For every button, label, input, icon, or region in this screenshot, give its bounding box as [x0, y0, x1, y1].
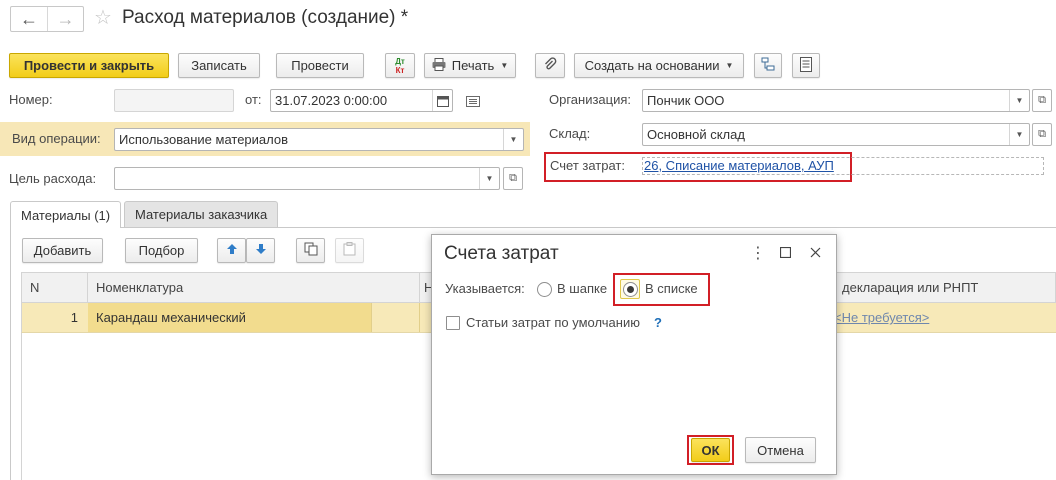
chevron-down-icon: ▼ [725, 61, 734, 70]
more-options-icon[interactable]: ⋮ [750, 243, 766, 263]
close-icon[interactable] [810, 245, 821, 262]
organization-label: Организация: [549, 92, 632, 107]
open-window-icon: ⧉ [1038, 94, 1046, 106]
row-cell-empty[interactable] [372, 303, 420, 332]
open-purpose-button[interactable]: ⧉ [503, 167, 523, 190]
specified-label: Указывается: [445, 281, 525, 296]
default-cost-items-checkbox[interactable] [446, 316, 460, 330]
warehouse-value: Основной склад [647, 127, 745, 142]
chevron-down-icon: ▼ [500, 61, 509, 70]
arrow-left-icon: ← [19, 8, 38, 29]
column-n[interactable]: N [22, 273, 88, 302]
paste-button[interactable] [335, 238, 364, 263]
open-window-icon: ⧉ [1038, 128, 1046, 140]
chevron-down-icon[interactable]: ▼ [479, 168, 499, 189]
move-down-button[interactable] [246, 238, 275, 263]
tab-customer-materials[interactable]: Материалы заказчика [124, 201, 279, 227]
cancel-button[interactable]: Отмена [745, 437, 816, 463]
declaration-link[interactable]: <Не требуется> [834, 310, 929, 325]
organization-field[interactable]: Пончик ООО ▼ [642, 89, 1030, 112]
purpose-field[interactable]: ▼ [114, 167, 500, 190]
hierarchy-icon [761, 57, 775, 74]
option-list-label[interactable]: В списке [645, 278, 698, 300]
copy-icon [304, 242, 318, 259]
post-button[interactable]: Провести [276, 53, 364, 78]
back-button[interactable]: ← [11, 7, 47, 31]
move-up-button[interactable] [217, 238, 246, 263]
operation-type-label: Вид операции: [12, 131, 101, 146]
row-number: 1 [70, 310, 78, 325]
organization-value: Пончик ООО [647, 93, 725, 108]
operation-type-field[interactable]: Использование материалов ▼ [114, 128, 524, 151]
add-row-button[interactable]: Добавить [22, 238, 103, 263]
default-cost-items-label[interactable]: Статьи затрат по умолчанию [466, 312, 640, 334]
create-based-on-button[interactable]: Создать на основании ▼ [574, 53, 744, 78]
ok-button[interactable]: ОК [691, 438, 730, 462]
chevron-down-icon[interactable]: ▼ [503, 129, 523, 150]
chevron-down-icon[interactable]: ▼ [1009, 124, 1029, 145]
warehouse-label: Склад: [549, 126, 591, 141]
column-declaration[interactable]: декларация или РНПТ [832, 273, 1056, 302]
number-field[interactable] [114, 89, 234, 112]
clipboard-icon [343, 242, 356, 259]
row-nomenclature[interactable]: Карандаш механический [88, 303, 372, 332]
print-button[interactable]: Печать ▼ [424, 53, 516, 78]
arrow-down-icon [255, 243, 267, 258]
open-organization-button[interactable]: ⧉ [1032, 89, 1052, 112]
maximize-icon[interactable] [779, 245, 792, 262]
create-based-label: Создать на основании [584, 58, 720, 73]
arrow-up-icon [226, 243, 238, 258]
dtkt-button[interactable]: Дт Кт [385, 53, 415, 78]
option-header-label[interactable]: В шапке [557, 278, 607, 300]
cost-account-link[interactable]: 26, Списание материалов, АУП [644, 158, 834, 173]
radio-header[interactable] [537, 282, 552, 297]
number-label: Номер: [9, 92, 53, 107]
date-from-label: от: [245, 92, 262, 107]
save-button[interactable]: Записать [178, 53, 260, 78]
tab-customer-materials-label: Материалы заказчика [135, 207, 268, 222]
column-nomenclature[interactable]: Номенклатура [88, 273, 420, 302]
help-icon[interactable]: ? [654, 312, 662, 334]
chevron-down-icon[interactable]: ▼ [1009, 90, 1029, 111]
forward-button[interactable]: → [46, 7, 83, 31]
purpose-label: Цель расхода: [9, 171, 97, 186]
operation-type-value: Использование материалов [119, 132, 289, 147]
paperclip-icon [543, 57, 557, 74]
cost-account-field[interactable]: 26, Списание материалов, АУП [642, 157, 1044, 175]
radio-list[interactable] [623, 282, 638, 297]
history-nav: ← → [10, 6, 84, 32]
attach-button[interactable] [535, 53, 565, 78]
page-title: Расход материалов (создание) * [122, 7, 409, 28]
post-and-close-button[interactable]: Провести и закрыть [9, 53, 169, 78]
tab-materials[interactable]: Материалы (1) [10, 201, 122, 228]
tab-materials-label: Материалы (1) [21, 207, 111, 223]
dt-icon-text: Дт [395, 56, 405, 66]
open-window-icon: ⧉ [509, 172, 517, 184]
structure-button[interactable] [754, 53, 782, 78]
row-declaration[interactable]: <Не требуется> [832, 303, 1056, 332]
cost-accounts-dialog: Счета затрат ⋮ Указывается: В шапке В сп… [431, 234, 837, 475]
copy-button[interactable] [296, 238, 325, 263]
report-button[interactable] [792, 53, 820, 78]
date-value: 31.07.2023 0:00:00 [275, 93, 388, 108]
warehouse-field[interactable]: Основной склад ▼ [642, 123, 1030, 146]
printer-icon [432, 57, 446, 74]
comment-lines-icon[interactable] [466, 95, 480, 110]
date-field[interactable]: 31.07.2023 0:00:00 [270, 89, 453, 112]
list-document-icon [800, 56, 812, 75]
dialog-title: Счета затрат [444, 243, 559, 264]
favorite-star-icon[interactable]: ☆ [94, 6, 112, 30]
cost-account-label: Счет затрат: [550, 158, 625, 173]
print-label: Печать [451, 58, 495, 73]
open-warehouse-button[interactable]: ⧉ [1032, 123, 1052, 146]
calendar-icon[interactable] [432, 90, 452, 111]
kt-icon-text: Кт [395, 65, 405, 75]
pick-button[interactable]: Подбор [125, 238, 198, 263]
arrow-right-icon: → [56, 8, 75, 29]
